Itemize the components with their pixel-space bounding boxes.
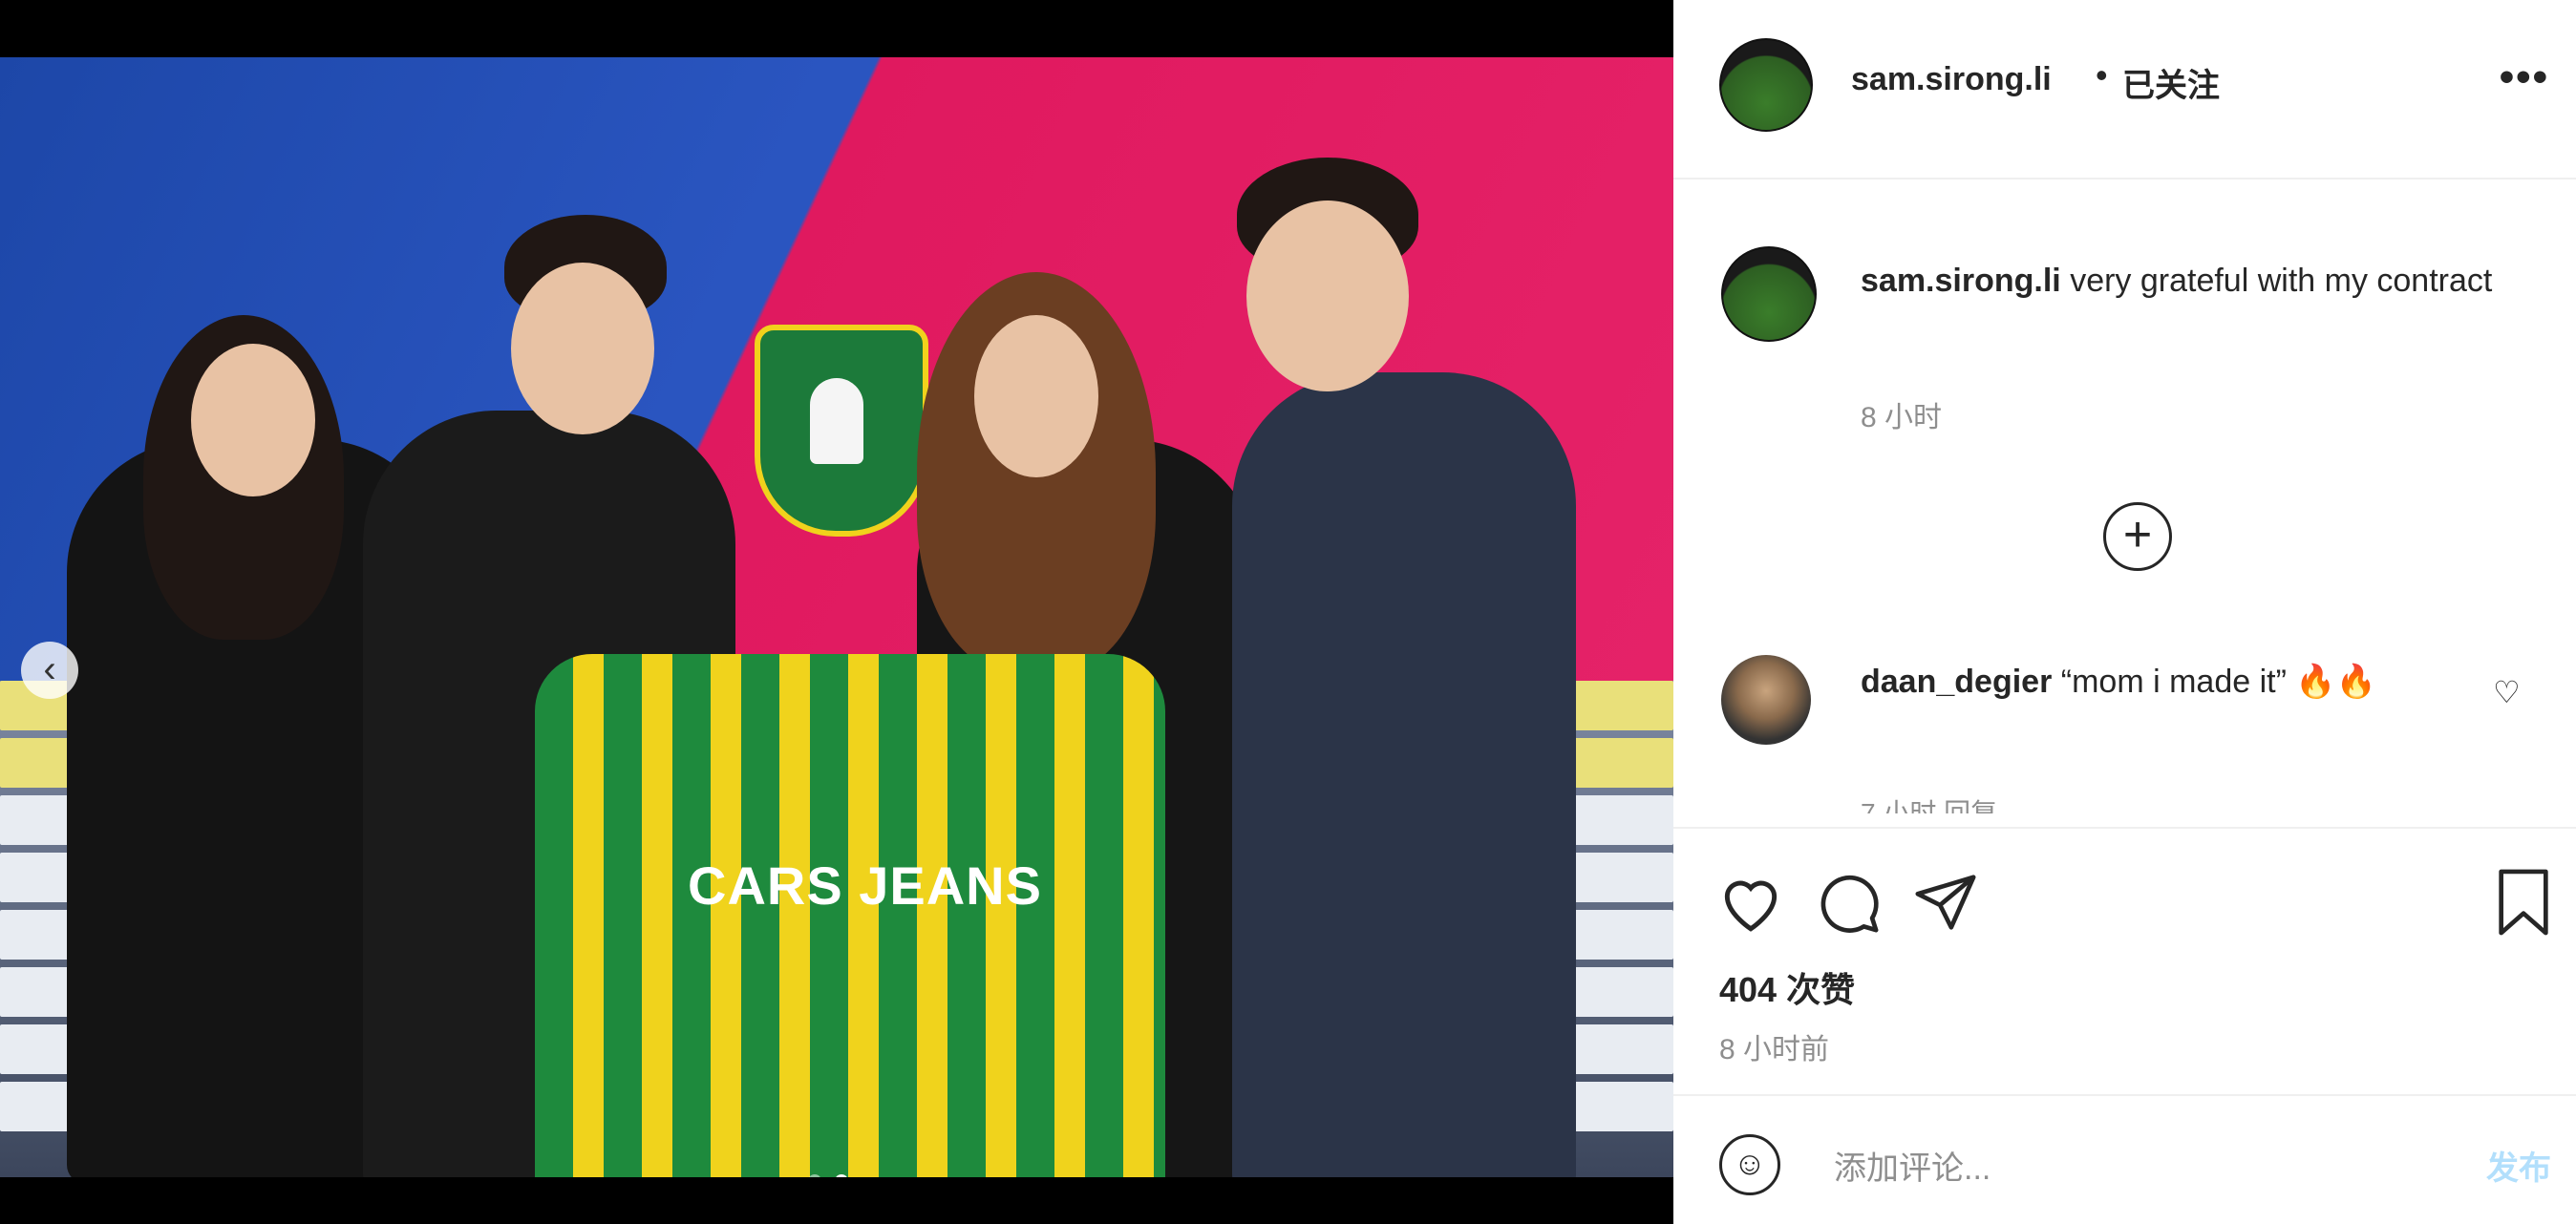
- likes-count[interactable]: 404 次赞: [1719, 962, 1855, 1012]
- post-side-panel: sam.sirong.li • 已关注 ••• sam.sirong.li ve…: [1673, 0, 2576, 1224]
- post-actions-bar: 404 次赞 8 小时前: [1673, 827, 2576, 1115]
- caption-body: very grateful with my contract: [2070, 263, 2493, 299]
- comment-text: daan_degier “mom i made it” 🔥🔥: [1861, 657, 2443, 707]
- commenter-username[interactable]: daan_degier: [1861, 664, 2052, 700]
- carousel-dots: [808, 1174, 848, 1177]
- green-yellow-jersey: CARS JEANS: [535, 654, 1165, 1177]
- face-man-right: [1246, 200, 1409, 391]
- carousel-dot[interactable]: [808, 1174, 821, 1177]
- post-comment-button[interactable]: 发布: [2486, 1142, 2551, 1189]
- caption-avatar[interactable]: [1721, 246, 1817, 342]
- post-header: sam.sirong.li • 已关注 •••: [1673, 0, 2576, 179]
- comment-body: “mom i made it” 🔥🔥: [2060, 664, 2377, 700]
- smile-icon[interactable]: ☺: [1719, 1134, 1780, 1195]
- face-young-man: [511, 263, 654, 434]
- following-status-button[interactable]: 已关注: [2122, 59, 2220, 106]
- post-media: CARS JEANS ‹: [0, 0, 1673, 1222]
- face-woman-left: [191, 344, 315, 496]
- person-man-right: [1232, 372, 1576, 1177]
- ad-boards-right: [1564, 662, 1673, 1177]
- carousel-dot-active[interactable]: [835, 1174, 848, 1177]
- header-separator: •: [2096, 55, 2108, 95]
- caption-text: sam.sirong.li very grateful with my cont…: [1861, 256, 2510, 306]
- club-crest: [755, 325, 928, 537]
- author-username[interactable]: sam.sirong.li: [1851, 61, 2052, 98]
- bookmark-icon[interactable]: [2494, 869, 2553, 950]
- caption-username[interactable]: sam.sirong.li: [1861, 263, 2061, 299]
- heart-icon[interactable]: [1715, 869, 1786, 950]
- post-photo[interactable]: CARS JEANS ‹: [0, 57, 1673, 1177]
- load-more-comments-icon[interactable]: +: [2103, 502, 2172, 571]
- comment-meta[interactable]: 7 小时 回复: [1861, 792, 1997, 813]
- author-avatar[interactable]: [1719, 38, 1813, 132]
- more-horizontal-icon[interactable]: •••: [2500, 53, 2549, 101]
- comment-like-heart-icon[interactable]: ♡: [2493, 674, 2521, 710]
- face-young-woman: [974, 315, 1098, 477]
- comment-composer: ☺ 添加评论... 发布: [1673, 1094, 2576, 1224]
- add-comment-input[interactable]: 添加评论...: [1834, 1142, 1991, 1189]
- jersey-sponsor-text: CARS JEANS: [688, 855, 1042, 916]
- post-time-ago[interactable]: 8 小时前: [1719, 1025, 1829, 1067]
- carousel-prev-button[interactable]: ‹: [21, 642, 78, 699]
- caption-timestamp[interactable]: 8 小时: [1861, 393, 1942, 435]
- share-icon[interactable]: [1912, 869, 1979, 950]
- commenter-avatar[interactable]: [1721, 655, 1811, 745]
- comment-icon[interactable]: [1815, 869, 1882, 950]
